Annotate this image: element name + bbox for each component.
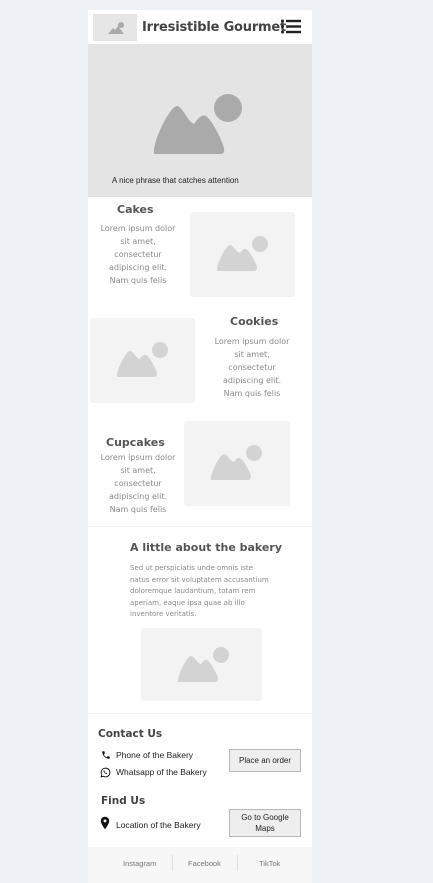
cakes-title: Cakes <box>117 203 154 216</box>
header: Irresistible Gourmet <box>88 10 312 44</box>
text-line: Lorem ipsum dolor <box>214 337 290 346</box>
facebook-link[interactable]: Facebook <box>188 859 221 868</box>
image-icon <box>216 236 268 271</box>
cupcakes-image <box>184 421 290 506</box>
brand-name[interactable]: Irresistible Gourmet <box>142 20 286 35</box>
cookies-description: Lorem ipsum dolor sit amet, consectetur … <box>210 335 294 400</box>
google-maps-button[interactable]: Go to Google Maps <box>229 809 301 837</box>
footer-separator <box>237 855 238 871</box>
image-placeholder-icon <box>108 22 124 34</box>
phone-text[interactable]: Phone of the Bakery <box>116 750 193 760</box>
cookies-image <box>90 318 195 403</box>
text-line: Sed ut perspiciatis unde omnis iste <box>130 564 253 572</box>
section-divider <box>88 713 312 714</box>
about-description: Sed ut perspiciatis unde omnis iste natu… <box>130 563 280 621</box>
location-text[interactable]: Location of the Bakery <box>116 820 201 830</box>
text-line: Lorem ipsum dolor <box>100 224 176 233</box>
image-icon <box>116 342 168 377</box>
text-line: doloremque laudantium, totam rem <box>130 587 256 595</box>
text-line: inventore veritatis. <box>130 610 197 618</box>
place-order-button[interactable]: Place an order <box>229 749 301 772</box>
location-pin-icon <box>100 816 110 830</box>
text-line: adipiscing elit. <box>222 376 282 385</box>
logo[interactable] <box>93 14 137 41</box>
whatsapp-icon <box>100 767 111 778</box>
button-label: Go to Google <box>241 813 289 822</box>
hamburger-menu-icon[interactable] <box>281 19 301 34</box>
text-line: Nam quis felis <box>109 276 167 285</box>
image-icon <box>177 647 229 682</box>
text-line: consectetur <box>228 363 276 372</box>
text-line: adipiscing elit. <box>108 492 168 501</box>
button-label: Maps <box>255 824 275 833</box>
cupcakes-title: Cupcakes <box>106 436 165 449</box>
text-line: aperiam, eaque ipsa quae ab illo <box>130 598 245 607</box>
text-line: adipiscing elit. <box>108 263 168 272</box>
text-line: consectetur <box>114 250 162 259</box>
whatsapp-text[interactable]: Whatsapp of the Bakery <box>116 767 207 777</box>
cakes-description: Lorem ipsum dolor sit amet, consectetur … <box>96 222 180 287</box>
page: Irresistible Gourmet A nice phrase that … <box>88 10 312 883</box>
text-line: sit amet, <box>120 237 156 246</box>
text-line: consectetur <box>114 479 162 488</box>
footer: Instagram Facebook TikTok <box>88 847 312 883</box>
footer-separator <box>172 855 173 871</box>
phone-icon <box>102 751 110 759</box>
tiktok-link[interactable]: TikTok <box>259 859 280 868</box>
cakes-image <box>190 212 295 297</box>
cookies-title: Cookies <box>230 315 279 328</box>
find-us-title: Find Us <box>101 795 146 807</box>
text-line: Nam quis felis <box>223 389 281 398</box>
hero-tagline: A nice phrase that catches attention <box>112 176 239 185</box>
hero-image-icon <box>153 94 242 154</box>
hero-banner: A nice phrase that catches attention <box>88 44 312 197</box>
text-line: Lorem ipsum dolor <box>100 453 176 462</box>
image-icon <box>210 445 262 480</box>
cupcakes-description: Lorem ipsum dolor sit amet, consectetur … <box>96 451 180 516</box>
section-divider <box>88 526 312 527</box>
text-line: Nam quis felis <box>109 505 167 514</box>
instagram-link[interactable]: Instagram <box>123 859 156 868</box>
text-line: sit amet, <box>234 350 270 359</box>
about-image <box>141 628 262 701</box>
contact-title: Contact Us <box>98 728 163 740</box>
about-title: A little about the bakery <box>130 541 282 554</box>
text-line: natus error sit voluptatem accusantium <box>130 575 269 584</box>
text-line: sit amet, <box>120 466 156 475</box>
